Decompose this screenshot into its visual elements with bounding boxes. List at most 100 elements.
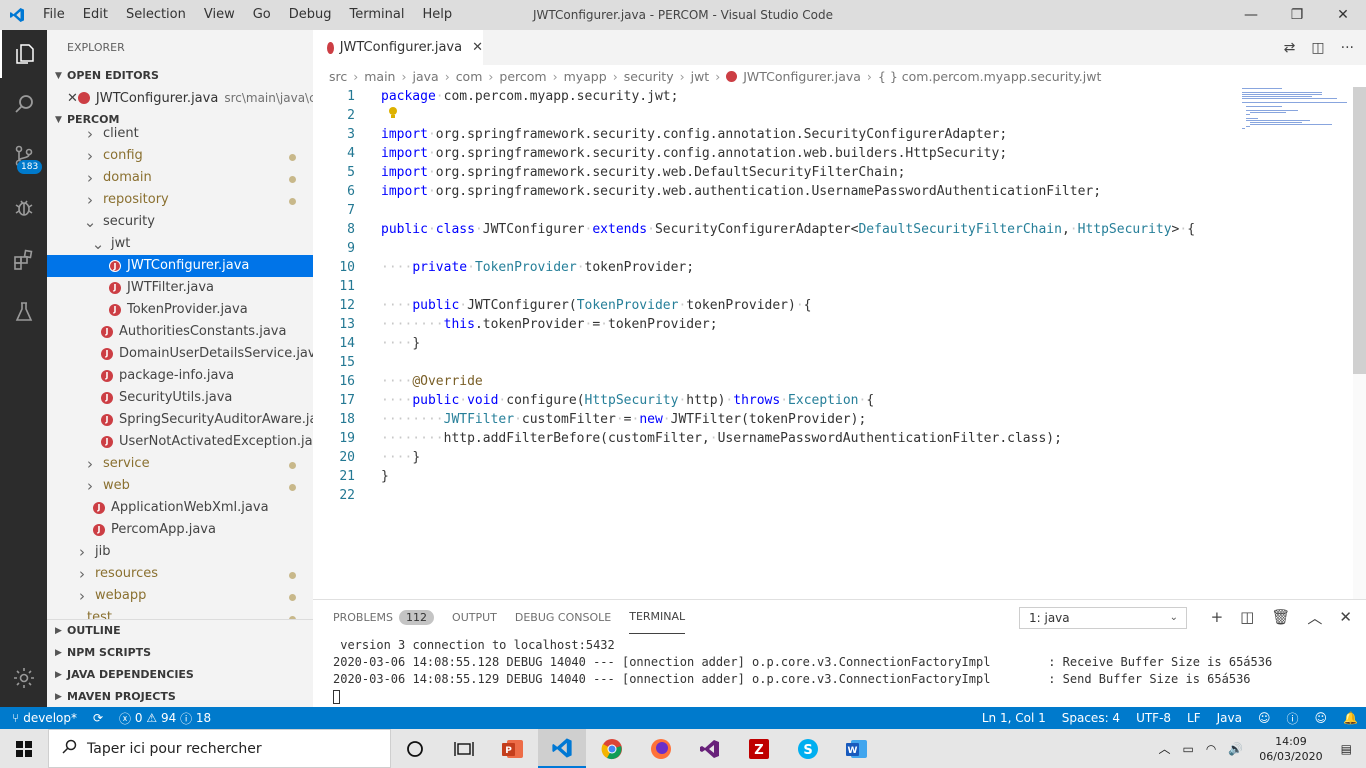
breadcrumb-item[interactable]: java	[412, 69, 438, 84]
tree-file[interactable]: J JWTFilter.java	[47, 277, 313, 299]
test-icon[interactable]	[0, 288, 47, 336]
tab-problems[interactable]: PROBLEMS 112	[333, 600, 435, 634]
breadcrumb-symbol[interactable]: { } com.percom.myapp.security.jwt	[878, 69, 1101, 84]
menu-view[interactable]: View	[195, 0, 244, 30]
sync-icon[interactable]: ⟳	[85, 711, 111, 725]
tree-folder[interactable]: › resources	[47, 563, 313, 585]
tab-debug-console[interactable]: DEBUG CONSOLE	[515, 600, 611, 634]
lightbulb-icon[interactable]	[388, 106, 398, 120]
menu-edit[interactable]: Edit	[74, 0, 117, 30]
maximize-button[interactable]: ❐	[1274, 0, 1320, 30]
new-terminal-icon[interactable]: +	[1211, 608, 1224, 626]
action-center-icon[interactable]: ▤	[1333, 742, 1366, 756]
source-control-icon[interactable]: 183	[0, 132, 47, 180]
tree-folder[interactable]: ⌄ jwt	[47, 233, 313, 255]
breadcrumb-item[interactable]: jwt	[691, 69, 710, 84]
tree-folder[interactable]: › service	[47, 453, 313, 475]
tree-file[interactable]: J DomainUserDetailsService.java	[47, 343, 313, 365]
java-status-icon[interactable]: ☺	[1250, 711, 1279, 725]
branch-status[interactable]: ⑂ develop*	[0, 711, 85, 725]
tree-file[interactable]: J ApplicationWebXml.java	[47, 497, 313, 519]
compare-changes-icon[interactable]: ⇄	[1284, 40, 1296, 56]
npm-scripts-header[interactable]: ▶ NPM SCRIPTS	[47, 642, 313, 664]
breadcrumb-item[interactable]: src	[329, 69, 347, 84]
battery-icon[interactable]: ▭	[1176, 742, 1199, 756]
search-icon[interactable]	[0, 80, 47, 128]
tree-file[interactable]: J SecurityUtils.java	[47, 387, 313, 409]
breadcrumb-item[interactable]: security	[624, 69, 674, 84]
tree-folder[interactable]: › client	[47, 123, 313, 145]
language-mode[interactable]: Java	[1209, 711, 1250, 725]
end-of-line[interactable]: LF	[1179, 711, 1209, 725]
menu-help[interactable]: Help	[413, 0, 461, 30]
volume-icon[interactable]: 🔊	[1222, 742, 1249, 756]
tree-file[interactable]: J JWTConfigurer.java	[47, 255, 313, 277]
notifications-icon[interactable]: 🔔	[1335, 711, 1366, 725]
chrome-icon[interactable]	[588, 729, 636, 768]
indentation[interactable]: Spaces: 4	[1054, 711, 1128, 725]
tab-terminal[interactable]: TERMINAL	[629, 600, 686, 634]
tree-file[interactable]: Jpackage-info.java	[47, 365, 313, 387]
scrollbar-thumb[interactable]	[1353, 87, 1366, 374]
minimize-button[interactable]: —	[1228, 0, 1274, 30]
task-view-icon[interactable]	[440, 729, 488, 768]
powerpoint-icon[interactable]: P	[489, 729, 537, 768]
editor-scrollbar[interactable]	[1353, 87, 1366, 599]
minimap[interactable]	[1240, 87, 1352, 147]
tab-output[interactable]: OUTPUT	[452, 600, 497, 634]
wifi-icon[interactable]: ◠	[1200, 742, 1222, 756]
tree-file[interactable]: J PercomApp.java	[47, 519, 313, 541]
cursor-position[interactable]: Ln 1, Col 1	[974, 711, 1054, 725]
menu-terminal[interactable]: Terminal	[341, 0, 414, 30]
tree-folder[interactable]: › domain	[47, 167, 313, 189]
tab-jwtconfigurer[interactable]: JWTConfigurer.java ✕	[313, 30, 483, 65]
menu-file[interactable]: File	[34, 0, 74, 30]
breadcrumb-item[interactable]: main	[364, 69, 395, 84]
terminal-prompt[interactable]	[333, 688, 340, 705]
breadcrumb-file[interactable]: JWTConfigurer.java	[743, 69, 861, 84]
tree-folder[interactable]: › repository	[47, 189, 313, 211]
extensions-icon[interactable]	[0, 236, 47, 284]
clock[interactable]: 14:09 06/03/2020	[1249, 734, 1332, 764]
show-hidden-icons[interactable]: ︿	[1152, 740, 1176, 757]
tree-folder[interactable]: › webapp	[47, 585, 313, 607]
skype-icon[interactable]: S	[784, 729, 832, 768]
code-editor[interactable]: 1 package·com.percom.myapp.security.jwt; 2…	[313, 87, 1353, 599]
visual-studio-icon[interactable]	[686, 729, 734, 768]
tree-folder[interactable]: ⌄ security	[47, 211, 313, 233]
menu-selection[interactable]: Selection	[117, 0, 195, 30]
firefox-icon[interactable]	[637, 729, 685, 768]
outline-header[interactable]: ▶ OUTLINE	[47, 620, 313, 642]
problems-status[interactable]: ⓧ 0 ⚠ 94 ⓘ 18	[111, 710, 219, 727]
menu-debug[interactable]: Debug	[280, 0, 341, 30]
tree-folder[interactable]: › config	[47, 145, 313, 167]
vscode-logo-icon[interactable]	[0, 0, 34, 30]
tree-file[interactable]: J SpringSecurityAuditorAware.java	[47, 409, 313, 431]
terminal-select[interactable]: 1: java ⌄	[1019, 607, 1187, 629]
more-actions-icon[interactable]: ···	[1341, 40, 1354, 56]
split-terminal-icon[interactable]: ◫	[1240, 608, 1254, 626]
explorer-icon[interactable]	[0, 30, 47, 78]
close-icon[interactable]: ✕	[67, 91, 78, 106]
trash-icon[interactable]: 🗑	[1271, 608, 1290, 626]
encoding[interactable]: UTF-8	[1128, 711, 1179, 725]
debug-icon[interactable]	[0, 184, 47, 232]
split-editor-icon[interactable]: ◫	[1311, 40, 1324, 56]
tree-file[interactable]: J AuthoritiesConstants.java	[47, 321, 313, 343]
breadcrumb-item[interactable]: com	[456, 69, 483, 84]
word-icon[interactable]: W	[833, 729, 881, 768]
feedback-icon[interactable]: ☺	[1307, 711, 1336, 725]
taskbar-search[interactable]: Taper ici pour rechercher	[48, 729, 391, 768]
java-info-icon[interactable]: ⓘ	[1279, 710, 1307, 727]
maven-projects-header[interactable]: ▶ MAVEN PROJECTS	[47, 686, 313, 707]
tree-file[interactable]: J UserNotActivatedException.java	[47, 431, 313, 453]
menu-go[interactable]: Go	[244, 0, 280, 30]
close-icon[interactable]: ✕	[472, 40, 483, 55]
java-dependencies-header[interactable]: ▶ JAVA DEPENDENCIES	[47, 664, 313, 686]
close-window-button[interactable]: ✕	[1320, 0, 1366, 30]
gear-icon[interactable]	[0, 654, 47, 702]
tree-folder[interactable]: › jib	[47, 541, 313, 563]
breadcrumb-item[interactable]: percom	[499, 69, 546, 84]
cortana-icon[interactable]	[391, 729, 439, 768]
windows-start-icon[interactable]	[0, 729, 48, 768]
